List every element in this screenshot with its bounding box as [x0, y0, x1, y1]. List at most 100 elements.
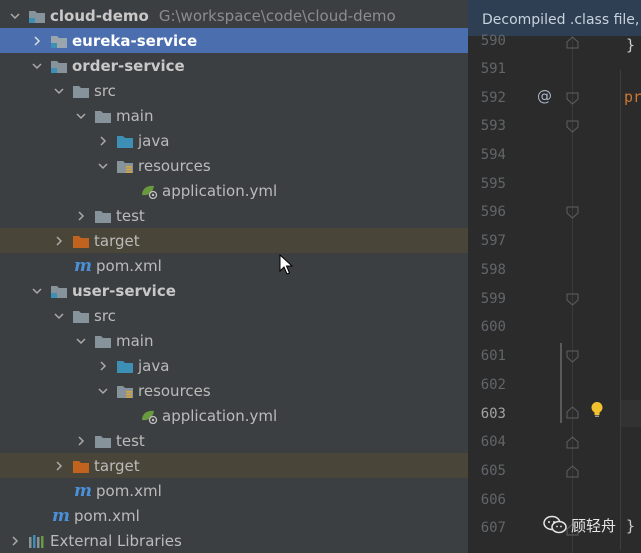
tree-node-application-yml[interactable]: application.yml — [0, 178, 468, 203]
maven-icon: m — [52, 505, 70, 526]
chevron-right-icon[interactable] — [52, 234, 66, 248]
tree-node-pom-xml[interactable]: m pom.xml — [0, 478, 468, 503]
line-number: 602 — [480, 377, 506, 393]
override-annotation-icon[interactable]: @ — [537, 87, 552, 105]
tree-node-label: application.yml — [162, 181, 278, 200]
tree-node-label: pom.xml — [96, 481, 162, 500]
tree-node-main[interactable]: main — [0, 328, 468, 353]
tree-node-label: main — [116, 331, 154, 350]
library-icon — [28, 533, 46, 549]
folder-icon — [94, 108, 112, 124]
tree-node-resources[interactable]: resources — [0, 153, 468, 178]
fold-marker-icon[interactable] — [566, 436, 579, 449]
chevron-down-icon[interactable] — [74, 334, 88, 348]
code-brace: } — [626, 36, 636, 54]
tree-node-label: target — [94, 456, 140, 475]
line-number: 595 — [480, 176, 506, 192]
chevron-right-icon[interactable] — [52, 459, 66, 473]
chevron-down-icon[interactable] — [52, 84, 66, 98]
tree-node-application-yml[interactable]: application.yml — [0, 403, 468, 428]
tree-node-test[interactable]: test — [0, 428, 468, 453]
tree-node-cloud-demo[interactable]: cloud-demo G:\workspace\code\cloud-demo — [0, 3, 468, 28]
tree-node-label: src — [94, 81, 116, 100]
chevron-down-icon[interactable] — [30, 284, 44, 298]
decompiled-banner: Decompiled .class file, — [468, 0, 641, 36]
tree-node-external-libraries[interactable]: External Libraries — [0, 528, 468, 553]
fold-marker-icon[interactable] — [566, 406, 579, 419]
fold-marker-icon[interactable] — [566, 293, 579, 306]
chevron-down-icon[interactable] — [74, 109, 88, 123]
spring-config-icon — [140, 408, 158, 424]
tree-node-main[interactable]: main — [0, 103, 468, 128]
excluded-folder-icon — [72, 233, 90, 249]
chevron-down-icon[interactable] — [96, 384, 110, 398]
line-number: 591 — [480, 61, 506, 77]
module-folder-icon — [28, 8, 46, 24]
chevron-right-icon[interactable] — [96, 359, 110, 373]
tree-node-src[interactable]: src — [0, 303, 468, 328]
chevron-right-icon[interactable] — [74, 209, 88, 223]
indent-guide — [620, 70, 621, 550]
tree-node-order-service[interactable]: order-service — [0, 53, 468, 78]
tree-node-resources[interactable]: resources — [0, 378, 468, 403]
tree-node-test[interactable]: test — [0, 203, 468, 228]
current-line-highlight — [620, 400, 641, 427]
line-number: 600 — [480, 319, 506, 335]
line-number: 596 — [480, 204, 506, 220]
tree-node-label: test — [116, 206, 145, 225]
tree-node-label: src — [94, 306, 116, 325]
chevron-down-icon[interactable] — [8, 9, 22, 23]
line-number: 597 — [480, 233, 506, 249]
code-keyword: pr — [624, 88, 641, 106]
tree-node-user-service[interactable]: user-service — [0, 278, 468, 303]
tree-node-label: order-service — [72, 56, 185, 75]
fold-marker-icon[interactable] — [566, 206, 579, 219]
tree-node-label: test — [116, 431, 145, 450]
tree-node-label: resources — [138, 156, 211, 175]
chevron-right-icon[interactable] — [96, 134, 110, 148]
tree-node-pom-xml[interactable]: m pom.xml — [0, 503, 468, 528]
tree-node-eureka-service[interactable]: eureka-service — [0, 28, 468, 53]
chevron-down-icon[interactable] — [96, 159, 110, 173]
tree-node-label: user-service — [72, 281, 176, 300]
wechat-icon — [543, 515, 567, 534]
lightbulb-icon[interactable] — [590, 401, 604, 419]
line-number: 594 — [480, 147, 506, 163]
module-folder-icon — [50, 58, 68, 74]
folder-icon — [94, 433, 112, 449]
tree-node-label: pom.xml — [96, 256, 162, 275]
fold-marker-icon[interactable] — [566, 350, 579, 363]
tree-node-target[interactable]: target — [0, 228, 468, 253]
line-number: 601 — [480, 348, 506, 364]
tree-node-label: main — [116, 106, 154, 125]
tree-node-java[interactable]: java — [0, 128, 468, 153]
chevron-down-icon[interactable] — [52, 309, 66, 323]
chevron-right-icon[interactable] — [30, 34, 44, 48]
fold-marker-icon[interactable] — [566, 465, 579, 478]
fold-marker-icon[interactable] — [566, 92, 579, 105]
chevron-down-icon[interactable] — [30, 59, 44, 73]
tree-node-label: target — [94, 231, 140, 250]
tree-node-java[interactable]: java — [0, 353, 468, 378]
tree-node-src[interactable]: src — [0, 78, 468, 103]
chevron-right-icon[interactable] — [74, 434, 88, 448]
watermark: 顾轻舟 — [543, 512, 641, 538]
chevron-right-icon[interactable] — [8, 534, 22, 548]
maven-icon: m — [74, 480, 92, 501]
module-folder-icon — [50, 283, 68, 299]
tree-node-label: cloud-demo — [50, 6, 149, 25]
tree-node-label: java — [138, 356, 170, 375]
tree-node-pom-xml[interactable]: m pom.xml — [0, 253, 468, 278]
folder-icon — [94, 208, 112, 224]
mouse-cursor-icon — [279, 254, 293, 275]
module-folder-icon — [50, 33, 68, 49]
resources-folder-icon — [116, 158, 134, 174]
line-number: 607 — [480, 520, 506, 536]
tree-node-label: resources — [138, 381, 211, 400]
code-editor[interactable]: Decompiled .class file, } pr } 590 591 5… — [468, 0, 641, 553]
tree-node-target[interactable]: target — [0, 453, 468, 478]
line-number: 606 — [480, 492, 506, 508]
fold-marker-icon[interactable] — [566, 36, 579, 49]
fold-marker-icon[interactable] — [566, 120, 579, 133]
watermark-text: 顾轻舟 — [571, 516, 617, 535]
